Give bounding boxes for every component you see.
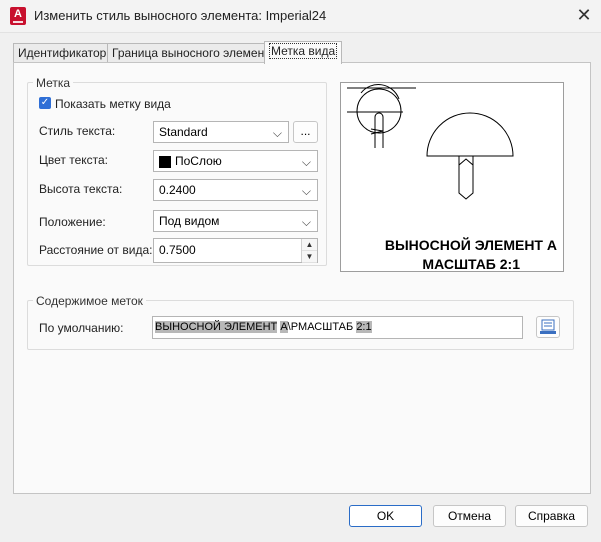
position-value: Под видом [159,214,220,228]
browse-style-button[interactable]: ... [293,121,318,143]
preview-line-1: ВЫНОСНОЙ ЭЛЕМЕНТ А [384,237,557,253]
preview-line-2: МАСШТАБ 2:1 [422,256,520,272]
mark-group-title: Метка [33,76,74,90]
tab-view-label[interactable]: Метка вида [264,41,343,64]
close-icon[interactable]: ✕ [575,6,593,24]
chevron-down-icon: ⌵ [301,184,311,198]
text-color-dropdown[interactable]: ПоСлою ⌵ [153,150,318,172]
cancel-button[interactable]: Отмена [433,505,506,527]
window-title: Изменить стиль выносного элемента: Imper… [34,8,327,23]
content-field-2: А [280,321,288,333]
text-height-dropdown[interactable]: 0.2400 ⌵ [153,179,318,201]
content-field-3: \PМАСШТАБ [287,321,354,333]
text-color-label: Цвет текста: [39,153,109,167]
edit-text-icon [540,319,556,334]
show-label-text: Показать метку вида [55,97,171,111]
text-height-value: 0.2400 [159,183,196,197]
default-label: По умолчанию: [39,321,124,335]
ok-button[interactable]: OK [349,505,422,527]
text-style-value: Standard [159,125,208,139]
text-style-label: Стиль текста: [39,124,116,138]
spin-up-icon[interactable]: ▲ [302,239,317,251]
show-label-checkbox[interactable]: ✓ [39,97,51,109]
offset-input[interactable]: 0.7500 [153,238,318,263]
position-dropdown[interactable]: Под видом ⌵ [153,210,318,232]
chevron-down-icon: ⌵ [301,215,311,229]
field-edit-button[interactable] [536,316,560,338]
text-height-label: Высота текста: [39,182,123,196]
preview-drawing [347,84,514,200]
text-color-value: ПоСлою [175,154,222,168]
content-field-4: 2:1 [356,321,372,333]
content-group-title: Содержимое меток [33,294,146,308]
autocad-app-icon: A [10,7,26,25]
tab-view-label-text: Метка вида [269,43,338,59]
tab-identifier[interactable]: Идентификатор [13,43,112,63]
help-button[interactable]: Справка [515,505,588,527]
text-style-dropdown[interactable]: Standard ⌵ [153,121,289,143]
position-label: Положение: [39,215,106,229]
content-field-1: ВЫНОСНОЙ ЭЛЕМЕНТ [155,321,278,333]
tab-boundary[interactable]: Граница выносного элемента [107,43,282,63]
chevron-down-icon: ⌵ [301,155,311,169]
default-content-input[interactable]: ВЫНОСНОЙ ЭЛЕМЕНТ А\PМАСШТАБ 2:1 [152,316,523,339]
chevron-down-icon: ⌵ [272,126,282,140]
color-swatch [159,155,171,168]
preview-pane: ВЫНОСНОЙ ЭЛЕМЕНТ А МАСШТАБ 2:1 [340,82,564,272]
offset-label: Расстояние от вида: [39,243,153,257]
offset-value: 0.7500 [159,243,196,257]
